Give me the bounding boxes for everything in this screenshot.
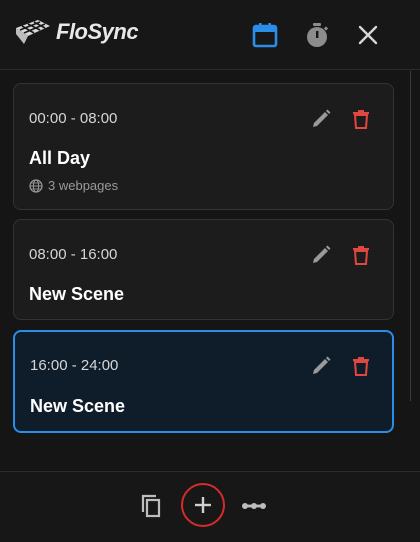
edit-scene-button[interactable] — [310, 244, 332, 266]
trash-icon — [353, 357, 369, 376]
app-name: FloSync — [56, 19, 139, 44]
edit-scene-button[interactable] — [310, 108, 332, 130]
webpage-count: 3 webpages — [48, 178, 119, 193]
flosync-logo-icon — [16, 20, 50, 44]
scene-time: 16:00 - 24:00 — [30, 357, 119, 374]
scene-name: New Scene — [29, 284, 125, 304]
globe-icon — [29, 178, 43, 193]
scrollbar[interactable] — [410, 71, 411, 401]
stopwatch-icon — [307, 23, 329, 47]
edit-scene-button[interactable] — [310, 355, 332, 377]
scene-card-selected[interactable]: 16:00 - 24:00 New Scene — [13, 330, 394, 433]
close-button[interactable] — [353, 20, 383, 50]
more-options-button[interactable] — [240, 492, 268, 520]
scene-time: 08:00 - 16:00 — [29, 246, 118, 263]
copy-icon — [141, 494, 161, 518]
close-icon — [358, 25, 378, 45]
scene-card[interactable]: 08:00 - 16:00 New Scene — [13, 219, 394, 320]
scene-name: All Day — [29, 148, 91, 168]
scene-name: New Scene — [30, 396, 126, 416]
calendar-icon — [252, 23, 278, 48]
pencil-icon — [313, 109, 331, 127]
app-header: FloSync — [0, 0, 420, 70]
add-scene-button[interactable] — [181, 483, 225, 527]
trash-icon — [353, 110, 369, 129]
pencil-icon — [313, 356, 331, 374]
scene-card[interactable]: 00:00 - 08:00 All Day 3 webpages — [13, 83, 394, 210]
scene-meta: 3 webpages — [29, 178, 118, 193]
delete-scene-button[interactable] — [350, 355, 372, 377]
footer-toolbar — [0, 471, 420, 542]
timer-button[interactable] — [302, 20, 332, 50]
plus-icon — [195, 497, 211, 513]
duplicate-button[interactable] — [138, 492, 166, 520]
pencil-icon — [313, 245, 331, 263]
delete-scene-button[interactable] — [350, 244, 372, 266]
scene-time: 00:00 - 08:00 — [29, 110, 118, 127]
more-horizontal-icon — [242, 503, 266, 509]
calendar-button[interactable] — [250, 20, 280, 50]
delete-scene-button[interactable] — [350, 108, 372, 130]
app-logo: FloSync — [14, 18, 139, 46]
trash-icon — [353, 246, 369, 265]
